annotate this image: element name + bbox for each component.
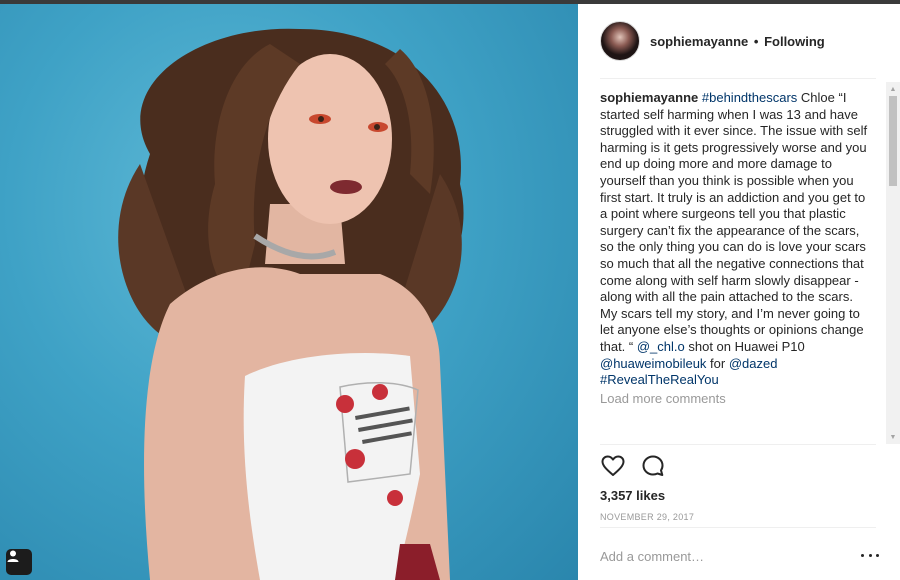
hashtag-link-2[interactable]: #RevealTheRealYou	[600, 372, 719, 387]
load-more-comments-button[interactable]: Load more comments	[600, 391, 870, 408]
heart-outline-icon	[601, 455, 625, 476]
divider	[600, 444, 876, 445]
scroll-up-arrow-icon[interactable]: ▲	[886, 82, 900, 96]
avatar[interactable]	[600, 21, 640, 61]
comments-list[interactable]: sophiemayanne #behindthescars Chloe “I s…	[600, 90, 870, 442]
more-options-button[interactable]	[861, 547, 879, 563]
header-username[interactable]: sophiemayanne	[650, 34, 748, 49]
speech-bubble-icon	[642, 455, 664, 476]
ellipsis-icon	[876, 553, 879, 557]
caption-username[interactable]: sophiemayanne	[600, 90, 698, 105]
add-comment-input[interactable]	[600, 544, 840, 568]
post-photo[interactable]	[0, 4, 578, 580]
likes-count[interactable]: 3,357 likes	[600, 488, 665, 503]
post-header: sophiemayanne • Following	[578, 4, 900, 78]
post-header-text: sophiemayanne • Following	[650, 34, 825, 49]
photo-illustration	[118, 28, 464, 580]
comments-scrollbar[interactable]: ▲ ▼	[886, 82, 900, 444]
following-button[interactable]: Following	[764, 34, 825, 49]
person-icon	[7, 550, 19, 562]
comment-button[interactable]	[640, 453, 666, 479]
hashtag-link[interactable]: #behindthescars	[702, 90, 797, 105]
caption-for: for	[706, 355, 729, 371]
ellipsis-icon	[861, 553, 864, 557]
caption-shot-on: shot on Huawei P10	[684, 338, 805, 354]
mention-link-photographer[interactable]: @_chl.o	[637, 339, 685, 354]
header-separator: •	[753, 33, 759, 49]
caption-text: Chloe “I started self harming when I was…	[600, 90, 868, 305]
post-actions	[600, 453, 680, 479]
post-details-panel: sophiemayanne • Following sophiemayanne …	[578, 4, 900, 580]
like-button[interactable]	[600, 453, 626, 479]
tagged-user-icon[interactable]	[6, 549, 32, 575]
divider	[600, 527, 876, 528]
scrollbar-thumb[interactable]	[889, 96, 897, 186]
mention-link-brand[interactable]: @huaweimobileuk	[600, 356, 706, 371]
post-date[interactable]: NOVEMBER 29, 2017	[600, 512, 694, 522]
mention-link-publication[interactable]: @dazed	[729, 356, 778, 371]
scroll-down-arrow-icon[interactable]: ▼	[886, 430, 900, 444]
divider	[600, 78, 876, 79]
ellipsis-icon	[868, 553, 872, 557]
caption: sophiemayanne #behindthescars Chloe “I s…	[600, 90, 870, 389]
